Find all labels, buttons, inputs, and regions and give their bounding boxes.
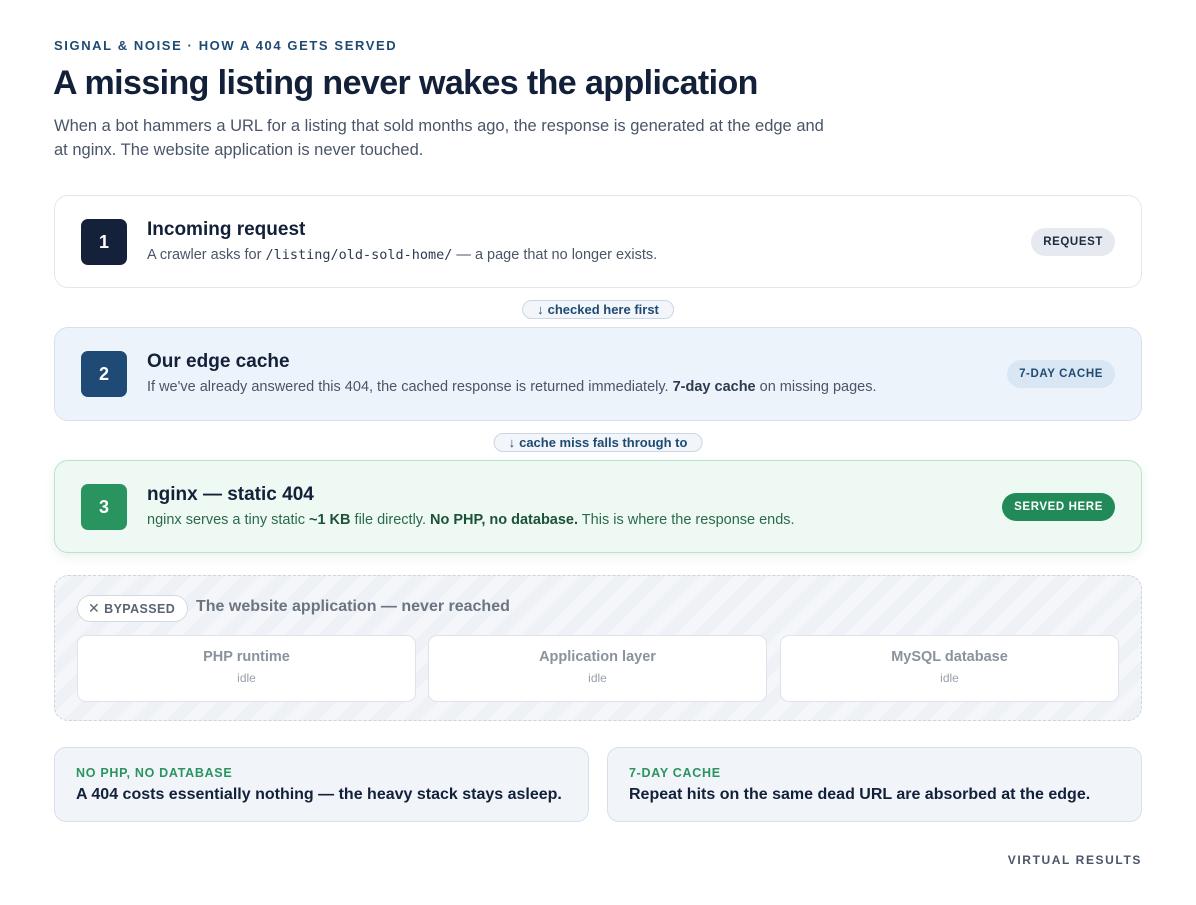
component-name: PHP runtime [203,649,290,665]
stage-nginx-static-404: 3 nginx — static 404 nginx serves a tiny… [54,460,1142,553]
stage-description: A crawler asks for /listing/old-sold-hom… [147,247,657,263]
desc-emphasis: No PHP, no database. [430,512,579,528]
arrow-down-icon: ↓ [508,435,516,450]
stage-title: Our edge cache [147,351,290,372]
note-no-php: NO PHP, NO DATABASE A 404 costs essentia… [54,747,589,822]
desc-emphasis: ~1 KB [309,512,351,528]
step-number: 1 [81,219,127,265]
close-icon: ✕ [88,600,101,616]
desc-text: on missing pages. [755,379,877,395]
stage-pill: 7-DAY CACHE [1007,360,1115,388]
desc-emphasis: 7-day cache [672,379,756,395]
stage-description: nginx serves a tiny static ~1 KB file di… [147,512,795,528]
badge-label: BYPASSED [104,601,176,616]
note-text: A 404 costs essentially nothing — the he… [76,786,562,803]
step-number: 2 [81,351,127,397]
arrow-down-icon: ↓ [537,302,544,317]
desc-text: file directly. [350,512,431,528]
note-label: NO PHP, NO DATABASE [76,766,233,780]
brand-wordmark: VIRTUAL RESULTS [1007,853,1142,867]
stage-title: nginx — static 404 [147,484,314,505]
bypassed-application: ✕ BYPASSED The website application — nev… [54,575,1142,721]
eyebrow: SIGNAL & NOISE · HOW A 404 GETS SERVED [54,38,398,53]
connector-cache-miss: ↓ cache miss falls through to [493,433,703,452]
bypassed-badge: ✕ BYPASSED [77,595,189,622]
component-php-runtime: PHP runtime idle [77,635,416,702]
desc-text: A crawler asks for [147,247,266,263]
component-application-layer: Application layer idle [428,635,767,702]
stage-pill: SERVED HERE [1002,493,1115,521]
component-name: Application layer [539,649,656,665]
component-name: MySQL database [891,649,1008,665]
component-state: idle [588,671,607,685]
note-text: Repeat hits on the same dead URL are abs… [629,786,1091,803]
desc-text: This is where the response ends. [578,512,795,528]
component-mysql-database: MySQL database idle [780,635,1119,702]
component-state: idle [940,671,959,685]
request-path: /listing/old-sold-home/ [265,247,453,263]
connector-label: cache miss falls through to [519,435,688,450]
desc-text: If we've already answered this 404, the … [147,379,673,395]
desc-text: — a page that no longer exists. [452,247,658,263]
step-number: 3 [81,484,127,530]
bypassed-title: The website application — never reached [196,598,510,615]
page-title: A missing listing never wakes the applic… [53,64,758,102]
desc-text: nginx serves a tiny static [147,512,309,528]
stage-title: Incoming request [147,219,306,240]
component-state: idle [237,671,256,685]
connector-checked-first: ↓ checked here first [522,300,674,319]
lede: When a bot hammers a URL for a listing t… [54,117,824,159]
note-7-day-cache: 7-DAY CACHE Repeat hits on the same dead… [607,747,1142,822]
connector-label: checked here first [547,302,659,317]
stage-description: If we've already answered this 404, the … [147,379,877,395]
stage-edge-cache: 2 Our edge cache If we've already answer… [54,327,1142,421]
stage-pill: REQUEST [1031,228,1115,256]
note-label: 7-DAY CACHE [629,766,721,780]
stage-incoming-request: 1 Incoming request A crawler asks for /l… [54,195,1142,288]
